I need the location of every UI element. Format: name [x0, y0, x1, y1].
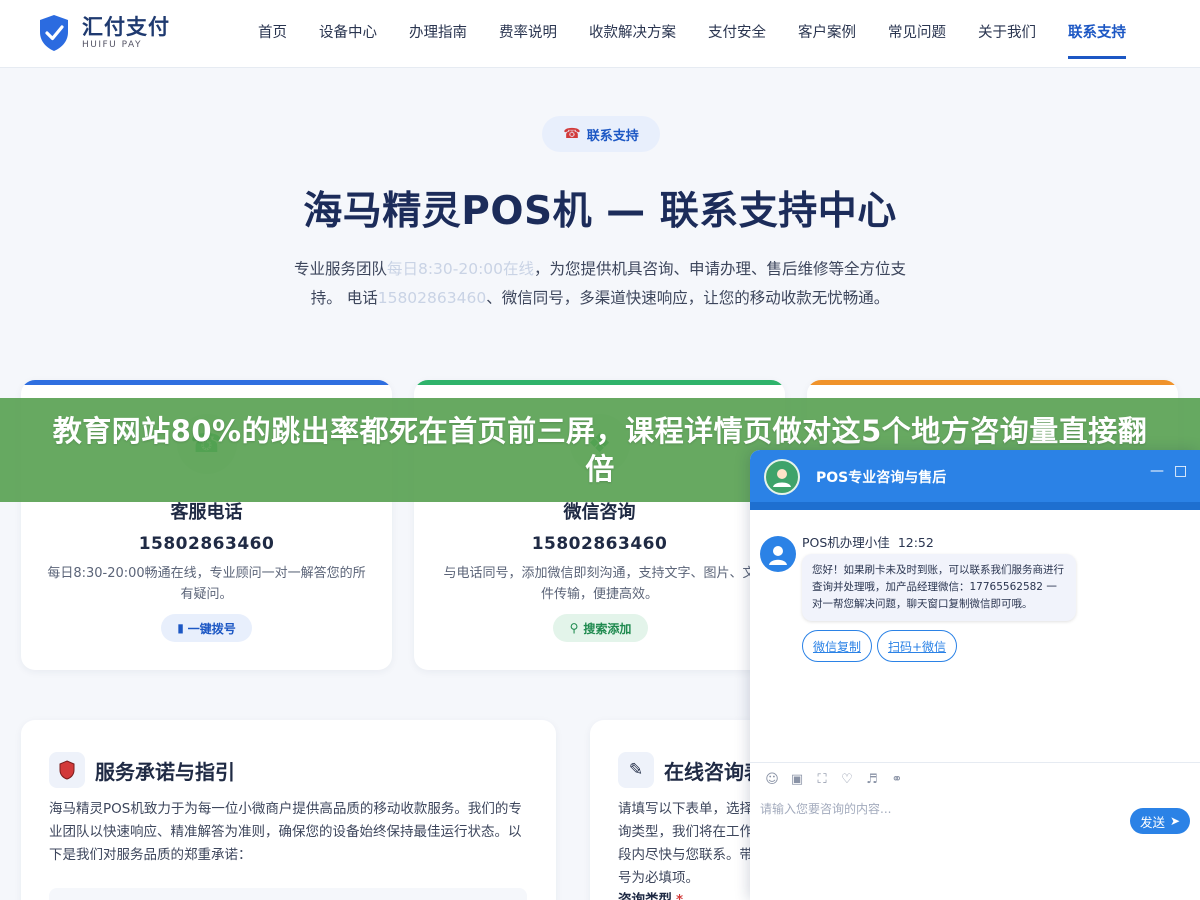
chat-widget: POS专业咨询与售后 — □ POS机办理小佳 12:52 您好！如果刷卡未及时到… — [750, 450, 1200, 900]
promise-list-box — [49, 888, 527, 900]
section-title: 服务承诺与指引 — [95, 759, 235, 784]
copy-wechat-chip[interactable]: 微信复制 — [802, 630, 872, 662]
bot-name: POS机办理小佳 — [802, 535, 890, 550]
chat-message-bubble: 您好！如果刷卡未及时到账，可以联系我们服务商进行查询并处理哦，加产品经理微信：1… — [802, 554, 1076, 621]
card-accent-bar — [807, 380, 1178, 385]
section-title: 在线咨询表 — [664, 759, 764, 784]
scan-wechat-chip[interactable]: 扫码+微信 — [877, 630, 957, 662]
card-accent-bar — [414, 380, 785, 385]
mobile-icon: ▮ — [177, 621, 184, 635]
site-header: 汇付支付 HUIFU PAY 首页 设备中心 办理指南 费率说明 收款解决方案 … — [0, 0, 1200, 68]
card-description: 与电话同号，添加微信即刻沟通，支持文字、图片、文件传输，便捷高效。 — [443, 566, 756, 602]
phone-icon: ☎ — [563, 126, 581, 142]
search-add-button[interactable]: ⚲ 搜索添加 — [553, 614, 648, 642]
dial-button-label: 一键拨号 — [187, 621, 236, 636]
divider — [750, 762, 1200, 763]
bot-avatar — [760, 536, 796, 572]
chat-header-stripe — [750, 502, 1200, 510]
shield-icon — [49, 752, 85, 788]
rating-icon[interactable]: ♡ — [835, 770, 859, 788]
message-time: 12:52 — [897, 535, 934, 550]
nav-rates[interactable]: 费率说明 — [499, 0, 557, 68]
minimize-icon[interactable]: — — [1150, 463, 1164, 479]
form-label-text: 咨询类型 — [618, 892, 672, 900]
chat-title: POS专业咨询与售后 — [816, 470, 947, 486]
nav-devices[interactable]: 设备中心 — [319, 0, 377, 68]
nav-faq[interactable]: 常见问题 — [888, 0, 946, 68]
form-label-consult-type: 咨询类型 * — [618, 888, 683, 900]
chat-toolbar: ☺ ▣ ⛶ ♡ ♬ ⚭ — [760, 770, 910, 788]
hero-desc-part: 专业服务团队 — [293, 260, 387, 278]
main-nav: 首页 设备中心 办理指南 费率说明 收款解决方案 支付安全 客户案例 常见问题 … — [258, 0, 1158, 68]
nav-solutions[interactable]: 收款解决方案 — [589, 0, 676, 68]
section-body: 请填写以下表单，选择咨询类型，我们将在工作时段内尽快与您联系。带 * 号为必填项… — [618, 801, 767, 886]
card-accent-bar — [21, 380, 392, 385]
nav-security[interactable]: 支付安全 — [708, 0, 766, 68]
agent-avatar — [764, 459, 800, 495]
dial-button[interactable]: ▮ 一键拨号 — [161, 614, 252, 642]
voice-icon[interactable]: ♬ — [860, 770, 884, 788]
maximize-icon[interactable]: □ — [1174, 463, 1187, 479]
chat-header: POS专业咨询与售后 — □ — [750, 450, 1200, 502]
page-title: 海马精灵POS机 — 联系支持中心 — [303, 189, 897, 234]
nav-cases[interactable]: 客户案例 — [798, 0, 856, 68]
section-body: 海马精灵POS机致力于为每一位小微商户提供高品质的移动收款服务。我们的专业团队以… — [49, 801, 522, 863]
send-arrow-icon: ➤ — [1169, 814, 1181, 828]
hero-badge-label: 联系支持 — [586, 128, 639, 144]
search-add-label: 搜索添加 — [583, 621, 632, 636]
memo-icon: ✎ — [618, 752, 654, 788]
shield-check-icon — [40, 15, 68, 51]
nav-guide[interactable]: 办理指南 — [409, 0, 467, 68]
chat-input[interactable]: 请输入您要咨询的内容... — [760, 800, 1120, 817]
screenshot-icon[interactable]: ⛶ — [810, 770, 834, 788]
hero-badge: ☎ 联系支持 — [542, 116, 660, 152]
hero-desc-hours: 每日8:30-20:00在线 — [386, 260, 535, 278]
card-phone-number: 15802863460 — [138, 534, 275, 554]
card-description: 每日8:30-20:00畅通在线，专业顾问一对一解答您的所有疑问。 — [47, 566, 366, 602]
hero-description: 专业服务团队每日8:30-20:00在线，为您提供机具咨询、申请办理、售后维修等… — [285, 255, 915, 313]
nav-support[interactable]: 联系支持 — [1068, 0, 1126, 59]
message-meta: POS机办理小佳 12:52 — [802, 532, 934, 551]
send-button-label: 发送 — [1139, 814, 1165, 830]
chat-history-icon[interactable]: ⚭ — [885, 770, 909, 788]
nav-home[interactable]: 首页 — [258, 0, 287, 68]
hero-desc-phone: 15802863460 — [377, 289, 487, 307]
hero-desc-part: 、微信同号，多渠道快速响应，让您的移动收款无忧畅通。 — [486, 289, 890, 307]
search-icon: ⚲ — [569, 621, 579, 635]
logo-name: 汇付支付 — [82, 15, 170, 39]
emoji-icon[interactable]: ☺ — [760, 770, 784, 788]
image-icon[interactable]: ▣ — [785, 770, 809, 788]
required-mark: * — [676, 892, 684, 900]
card-wechat-number: 15802863460 — [531, 534, 668, 554]
service-promise-card: 服务承诺与指引 海马精灵POS机致力于为每一位小微商户提供高品质的移动收款服务。… — [21, 720, 556, 900]
logo[interactable]: 汇付支付 HUIFU PAY — [38, 14, 170, 52]
nav-about[interactable]: 关于我们 — [978, 0, 1036, 68]
send-button[interactable]: 发送 ➤ — [1130, 808, 1190, 834]
logo-subtitle: HUIFU PAY — [82, 40, 142, 50]
